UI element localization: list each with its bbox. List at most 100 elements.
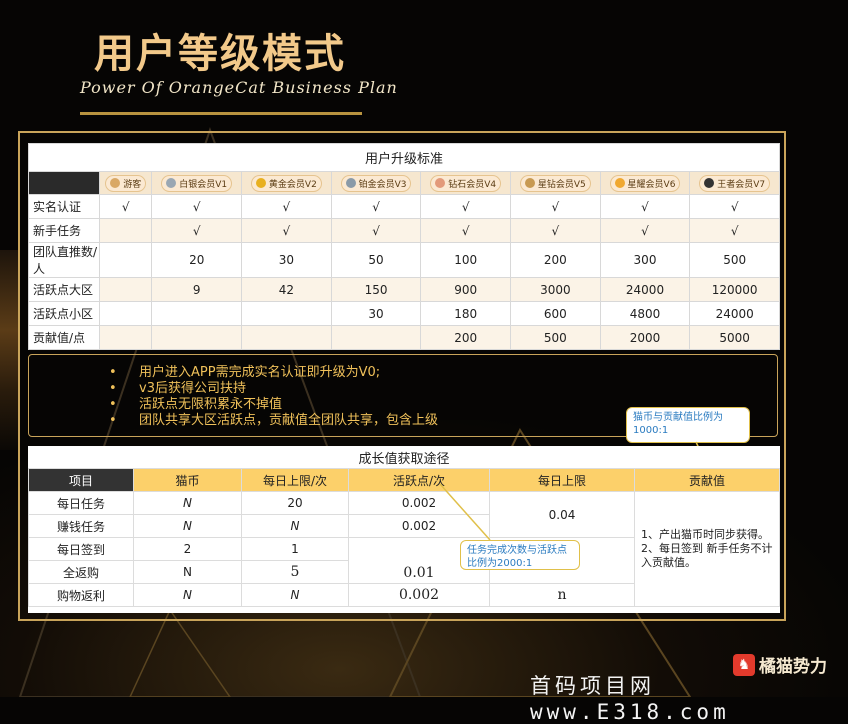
level-badge: 游客 [105,174,147,192]
table-cell [98,277,153,302]
level-badge: 白银会员V1 [161,174,233,192]
table-cell [241,301,332,326]
row-points: 0.002 [348,583,490,607]
level-header: 星耀会员V6 [599,171,691,195]
table-cell: √ [241,218,332,243]
table-cell: √ [98,194,153,219]
row-limit: 5 [241,560,349,584]
daily-limit-top: 0.04 [489,491,635,538]
table-cell [151,301,243,326]
row-coin: 2 [133,537,242,561]
task-ratio-callout: 任务完成次数与活跃点比例为2000:1 [460,540,580,570]
note-line-1: 1、产出猫币时同步获得。 [641,528,769,541]
table-cell: 2000 [599,325,691,350]
level-badge: 钻石会员V4 [430,174,502,192]
gold-icon [255,178,266,188]
row-label: 活跃点大区 [28,277,100,302]
header-item: 项目 [28,468,134,492]
header-daily-limit: 每日上限 [489,468,635,492]
row-coin: N [133,514,242,538]
table-cell: 3000 [510,277,601,302]
table-row: 实名认证 √ √ √ √ √ √ √ √ [28,194,780,219]
platinum-icon [345,178,356,188]
star-shine-icon [614,178,625,188]
rule-item: v3后获得公司扶持 [109,381,777,397]
row-limit: N [241,514,349,538]
table-cell: 150 [330,277,422,302]
visitor-icon [110,178,121,188]
page-title: 用户等级模式 [94,31,346,77]
table-cell: 200 [420,325,512,350]
level-badge: 黄金会员V2 [250,174,322,192]
level-header: 黄金会员V2 [241,171,332,195]
level-label: 钻石会员V4 [448,179,497,190]
table-cell: √ [599,194,691,219]
table-cell: 500 [510,325,601,350]
row-item: 每日签到 [28,537,134,561]
callout-pointer-2 [439,483,491,541]
level-header: 游客 [98,171,153,195]
table-cell: 42 [241,277,332,302]
star-diamond-icon [524,178,535,188]
upgrade-table-caption: 用户升级标准 [28,143,780,172]
row-limit: 20 [241,491,349,515]
table-cell [151,325,243,350]
header-daily-limit-times: 每日上限/次 [241,468,349,492]
level-label: 星钻会员V5 [537,179,586,190]
level-label: 星耀会员V6 [627,179,676,190]
table-row: 新手任务 √ √ √ √ √ √ √ [28,218,780,243]
row-coin: N [133,491,242,515]
table-cell: 9 [151,277,243,302]
corner-cell [28,171,100,195]
table-cell: 20 [151,242,243,278]
table-cell: 200 [510,242,601,278]
note-line-2: 2、每日签到 新手任务不计入贡献值。 [641,542,773,569]
table-cell: 300 [599,242,691,278]
level-badge: 星耀会员V6 [609,174,681,192]
row-label: 新手任务 [28,218,100,243]
table-row: 活跃点大区 9 42 150 900 3000 24000 120000 [28,277,780,302]
contribution-note: 1、产出猫币时同步获得。 2、每日签到 新手任务不计入贡献值。 [634,491,780,607]
table-cell: √ [330,218,422,243]
rule-item: 用户进入APP需完成实名认证即升级为V0; [109,365,777,381]
table-cell [98,325,153,350]
table-cell: 50 [330,242,422,278]
king-icon [704,178,715,188]
level-label: 白银会员V1 [179,179,228,190]
table-row: 每日任务 N 20 0.002 0.04 1、产出猫币时同步获得。 2、每日签到… [28,491,780,607]
table-cell: √ [420,194,512,219]
row-item: 赚钱任务 [28,514,134,538]
brand-logo: ♞ 橘猫势力 [733,652,827,677]
table-cell [241,325,332,350]
silver-icon [166,178,177,188]
row-coin: N [133,583,242,607]
level-header: 白银会员V1 [151,171,243,195]
row-label: 团队直推数/人 [28,242,100,278]
table-row: 团队直推数/人 20 30 50 100 200 300 500 [28,242,780,278]
row-label: 实名认证 [28,194,100,219]
level-header: 王者会员V7 [689,171,780,195]
table-cell [98,301,153,326]
upgrade-table: 用户升级标准 游客 白银会员V1 黄金会员V2 铂金会员V3 钻石会员V4 星钻会员V5 星… [28,143,780,350]
table-cell: √ [151,218,243,243]
logo-text: 橘猫势力 [759,657,827,677]
table-cell [98,218,153,243]
level-label: 铂金会员V3 [358,179,407,190]
table-cell: 100 [420,242,512,278]
row-item: 每日任务 [28,491,134,515]
header-contribution: 贡献值 [634,468,780,492]
table-cell: 24000 [689,301,780,326]
table-cell: √ [689,194,780,219]
table-cell [98,242,153,278]
table-cell: √ [689,218,780,243]
daily-limit-bottom: n [489,583,635,607]
table-cell: 5000 [689,325,780,350]
row-limit: N [241,583,349,607]
page-subtitle: Power Of OrangeCat Business Plan [80,78,398,97]
header-coin: 猫币 [133,468,242,492]
callout-text: 任务完成次数与活跃点比例为2000:1 [467,545,567,569]
level-label: 黄金会员V2 [268,179,317,190]
table-cell: √ [510,218,601,243]
table-cell: √ [151,194,243,219]
callout-text: 猫币与贡献值比例为1000:1 [633,412,723,436]
